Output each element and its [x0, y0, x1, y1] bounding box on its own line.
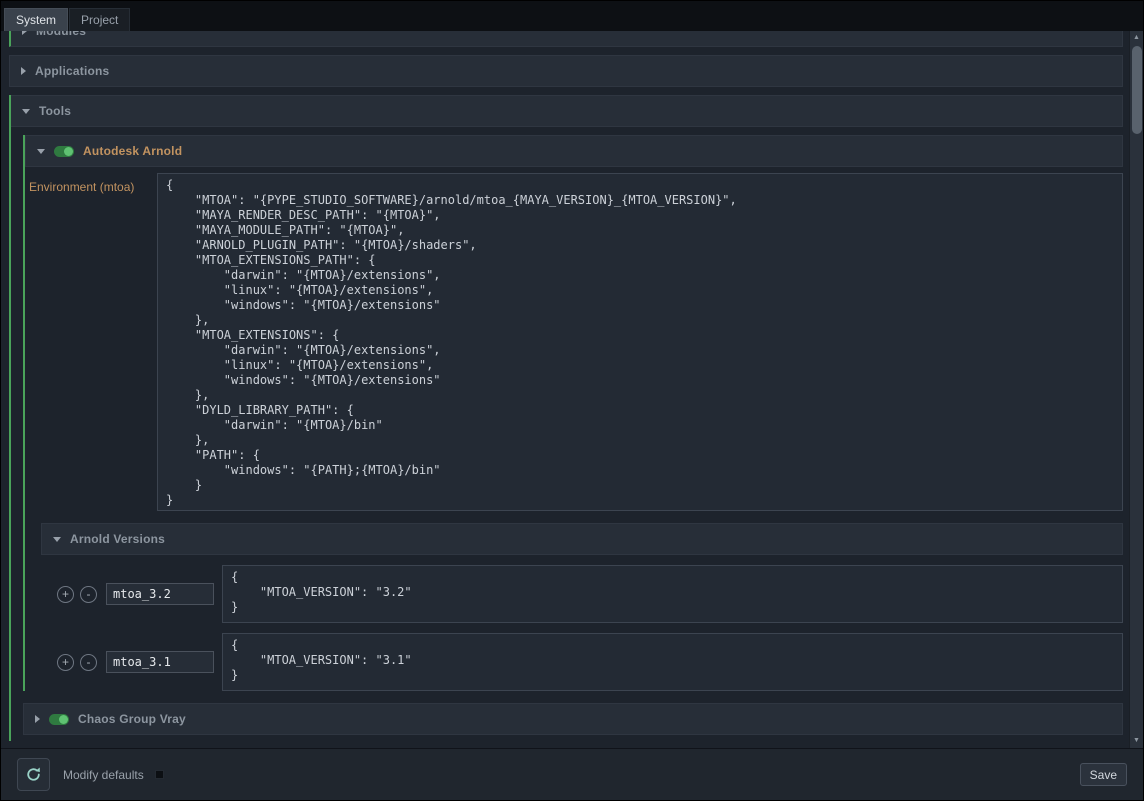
settings-window: System Project Modules Applications Tool… — [0, 0, 1144, 801]
remove-version-button[interactable]: - — [80, 654, 97, 671]
section-arnold: Autodesk Arnold Environment (mtoa) { "MT… — [23, 135, 1123, 691]
version-name-input[interactable] — [106, 651, 214, 673]
tools-body: Autodesk Arnold Environment (mtoa) { "MT… — [11, 127, 1123, 741]
refresh-button[interactable] — [17, 758, 50, 791]
arnold-version-row: + - { "MTOA_VERSION": "3.1" } — [41, 633, 1123, 691]
tab-system[interactable]: System — [4, 8, 68, 31]
chevron-down-icon — [37, 149, 45, 154]
arnold-enabled-toggle[interactable] — [54, 146, 74, 157]
section-header-tools[interactable]: Tools — [11, 95, 1123, 127]
arnold-version-row: + - { "MTOA_VERSION": "3.2" } — [41, 565, 1123, 623]
modify-defaults-label: Modify defaults — [63, 768, 144, 782]
vertical-scrollbar[interactable]: ▲ ▼ — [1129, 31, 1143, 748]
version-value-textarea[interactable]: { "MTOA_VERSION": "3.1" } — [222, 633, 1123, 691]
save-button[interactable]: Save — [1080, 763, 1127, 786]
section-header-applications[interactable]: Applications — [9, 55, 1123, 87]
tab-project-label: Project — [81, 13, 118, 27]
chevron-right-icon — [22, 31, 27, 35]
section-arnold-versions: Arnold Versions + - { "MTOA_VERSION": "3… — [41, 523, 1123, 691]
arnold-environment-textarea[interactable]: { "MTOA": "{PYPE_STUDIO_SOFTWARE}/arnold… — [157, 173, 1123, 511]
tab-system-label: System — [16, 13, 56, 27]
arnold-environment-row: Environment (mtoa) { "MTOA": "{PYPE_STUD… — [25, 173, 1123, 511]
section-header-vray[interactable]: Chaos Group Vray — [23, 703, 1123, 735]
chevron-down-icon — [53, 537, 61, 542]
add-version-button[interactable]: + — [57, 586, 74, 603]
section-tools: Tools Autodesk Arnold Environment (mtoa) — [9, 95, 1123, 741]
scrollbar-down-arrow[interactable]: ▼ — [1130, 734, 1144, 748]
section-label-vray: Chaos Group Vray — [78, 712, 186, 726]
refresh-icon — [25, 766, 42, 783]
section-header-arnold[interactable]: Autodesk Arnold — [25, 135, 1123, 167]
section-label-applications: Applications — [35, 64, 109, 78]
chevron-right-icon — [21, 67, 26, 75]
vray-enabled-toggle[interactable] — [49, 714, 69, 725]
section-label-tools: Tools — [39, 104, 71, 118]
tab-project[interactable]: Project — [69, 8, 130, 31]
version-name-input[interactable] — [106, 583, 214, 605]
chevron-down-icon — [22, 109, 30, 114]
section-header-arnold-versions[interactable]: Arnold Versions — [41, 523, 1123, 555]
add-version-button[interactable]: + — [57, 654, 74, 671]
section-label-arnold: Autodesk Arnold — [83, 144, 182, 158]
scrollbar-up-arrow[interactable]: ▲ — [1130, 31, 1144, 45]
environment-label: Environment (mtoa) — [29, 173, 157, 194]
chevron-right-icon — [35, 715, 40, 723]
scrollbar-thumb[interactable] — [1132, 46, 1142, 134]
section-header-modules[interactable]: Modules — [9, 31, 1123, 47]
remove-version-button[interactable]: - — [80, 586, 97, 603]
tab-bar: System Project — [1, 1, 1143, 31]
section-label-modules: Modules — [36, 31, 86, 38]
footer-bar: Modify defaults Save — [1, 748, 1143, 800]
settings-scroll-area: Modules Applications Tools — [1, 31, 1129, 748]
section-label-arnold-versions: Arnold Versions — [70, 532, 165, 546]
modify-defaults-checkbox[interactable] — [155, 770, 164, 779]
version-value-textarea[interactable]: { "MTOA_VERSION": "3.2" } — [222, 565, 1123, 623]
